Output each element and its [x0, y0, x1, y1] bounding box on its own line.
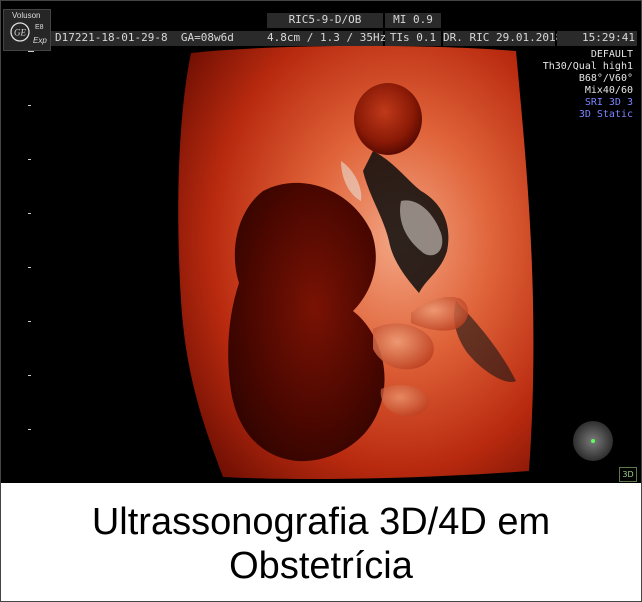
brand-name: Voluson [12, 11, 41, 20]
mi-value: MI 0.9 [385, 13, 441, 28]
brand-model: E8 [35, 24, 44, 31]
brand-logo: Voluson GE E8 Exp [3, 9, 51, 51]
svg-text:GE: GE [14, 28, 26, 38]
settings-angle: B68°/V60° [578, 73, 633, 84]
settings-sri: SRI 3D 3 [584, 97, 633, 108]
patient-info: D17221-18-01-29-8 GA=08w6d [51, 31, 269, 46]
fetus-3d-render [178, 45, 613, 480]
settings-mode: 3D Static [578, 109, 633, 120]
time-value: 15:29:41 [557, 31, 637, 46]
image-frame: Voluson GE E8 Exp D17221-18-01-29-8 GA=0… [0, 0, 642, 602]
settings-quality: Th30/Qual high1 [542, 61, 633, 72]
gestational-age: GA=08w6d [180, 31, 234, 44]
caption-line-2: Obstetrícia [229, 544, 413, 587]
patient-id: D17221-18-01-29-8 [55, 31, 168, 44]
probe-label: RIC5-9-D/OB [267, 13, 383, 28]
settings-mix: Mix40/60 [584, 85, 633, 96]
mode-3d-badge: 3D [619, 467, 637, 482]
caption-line-1: Ultrassonografia 3D/4D em [91, 500, 551, 543]
ultrasound-view: Voluson GE E8 Exp D17221-18-01-29-8 GA=0… [1, 1, 641, 483]
depth-frequency: 4.8cm / 1.3 / 35Hz [267, 31, 387, 46]
settings-preset: DEFAULT [590, 49, 633, 60]
tis-value: TIs 0.1 [385, 31, 441, 46]
doctor-date: DR. RIC 29.01.2018 [443, 31, 563, 46]
ge-logo-icon: GE [10, 22, 30, 42]
caption: Ultrassonografia 3D/4D em Obstetrícia [1, 486, 641, 601]
brand-variant: Exp [33, 36, 47, 45]
